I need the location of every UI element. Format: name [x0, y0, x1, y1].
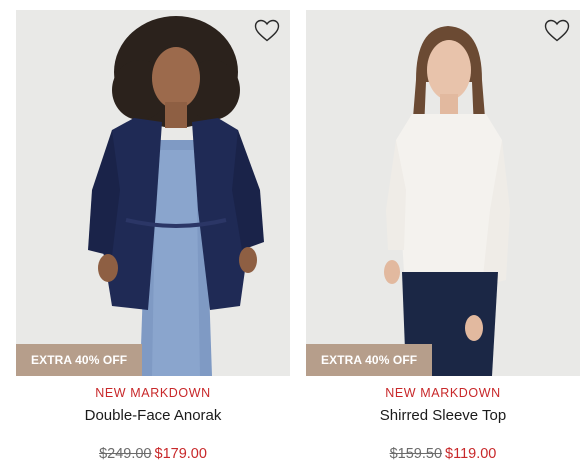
sale-price: $179.00: [154, 446, 207, 462]
sale-price: $119.00: [445, 446, 497, 462]
price-block: $159.50 $119.00: [306, 445, 580, 463]
price-block: $249.00 $179.00: [16, 445, 290, 463]
product-image[interactable]: EXTRA 40% OFF: [16, 10, 290, 376]
original-price: $159.50: [389, 446, 443, 462]
original-price: $249.00: [99, 446, 152, 462]
product-card[interactable]: EXTRA 40% OFF NEW MARKDOWN Shirred Sleev…: [306, 10, 580, 463]
heart-outline-icon[interactable]: [544, 19, 570, 43]
product-photo: [306, 10, 580, 376]
markdown-tag: NEW MARKDOWN: [95, 386, 211, 400]
product-name-link[interactable]: Shirred Sleeve Top: [306, 407, 580, 425]
markdown-tag: NEW MARKDOWN: [385, 386, 501, 400]
product-photo: [16, 10, 290, 376]
product-name-link[interactable]: Double-Face Anorak: [16, 407, 290, 425]
product-card[interactable]: EXTRA 40% OFF NEW MARKDOWN Double-Face A…: [16, 10, 290, 463]
heart-outline-icon[interactable]: [254, 19, 280, 43]
discount-badge: EXTRA 40% OFF: [306, 344, 433, 376]
discount-badge: EXTRA 40% OFF: [16, 344, 143, 376]
product-image[interactable]: EXTRA 40% OFF: [306, 10, 580, 376]
